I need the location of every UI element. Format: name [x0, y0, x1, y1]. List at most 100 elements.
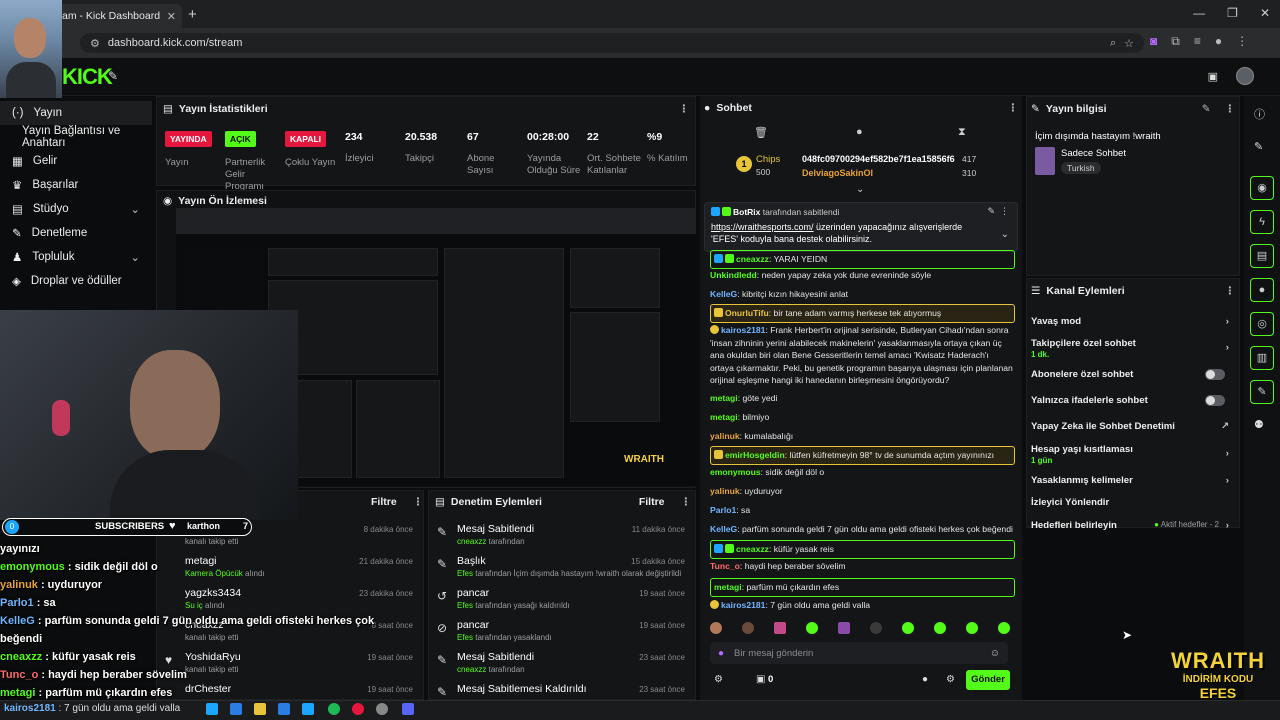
- kebab-menu-icon[interactable]: ⋮: [1008, 102, 1019, 114]
- emote-icon[interactable]: [902, 622, 914, 634]
- sidebar-item-droplar[interactable]: ◈ Droplar ve ödüller: [0, 269, 152, 293]
- raid-action[interactable]: İzleyici Yönlendir: [1031, 497, 1237, 508]
- extension-icon[interactable]: ◙: [1150, 34, 1157, 49]
- kebab-menu-icon[interactable]: ⋮: [1000, 206, 1009, 217]
- sidebar-item-yayin[interactable]: (·) Yayın: [0, 101, 152, 125]
- emote-icon[interactable]: [710, 622, 722, 634]
- puzzle-icon[interactable]: ⧉: [1171, 34, 1180, 49]
- chat-bubble-icon[interactable]: ●: [856, 126, 863, 138]
- chat-username[interactable]: KelleG: [710, 524, 737, 534]
- chat-username[interactable]: Parlo1: [710, 505, 736, 515]
- chat-username[interactable]: emonymous: [710, 467, 761, 477]
- mic-icon[interactable]: ●: [718, 648, 724, 659]
- kebab-menu-icon[interactable]: ⋮: [681, 496, 692, 508]
- emotes-only-toggle[interactable]: [1205, 395, 1225, 406]
- hourglass-icon[interactable]: ⧗: [958, 126, 966, 139]
- account-age-action[interactable]: Hesap yaşı kısıtlaması 1 gün ›: [1031, 444, 1237, 466]
- emoji-icon[interactable]: ☺: [990, 648, 1000, 659]
- send-button[interactable]: Gönder: [966, 670, 1010, 690]
- banned-words-action[interactable]: Yasaklanmış kelimeler ›: [1031, 475, 1237, 486]
- pen-icon[interactable]: ✎: [1254, 140, 1263, 153]
- subscribers-only-toggle[interactable]: [1205, 369, 1225, 380]
- kebab-menu-icon[interactable]: ⋮: [679, 103, 690, 115]
- bolt-icon[interactable]: ϟ: [1250, 210, 1274, 234]
- chat-username[interactable]: OnurluTifu: [725, 308, 769, 318]
- sidebar-item-topluluk[interactable]: ♟ Topluluk ⌄: [0, 245, 152, 269]
- wrench-icon[interactable]: ✎: [108, 69, 118, 83]
- new-tab-button[interactable]: +: [188, 6, 197, 23]
- chat-username[interactable]: Unkindledd: [710, 270, 757, 280]
- users-icon[interactable]: ⚉: [1254, 418, 1264, 431]
- kick-logo[interactable]: KICK: [62, 64, 113, 90]
- sidebar-item-gelir[interactable]: ▦ Gelir: [0, 149, 152, 173]
- slow-mode-action[interactable]: Yavaş mod ›: [1031, 316, 1237, 327]
- menu-dots-icon[interactable]: ⋮: [1236, 34, 1248, 49]
- sidebar-item-stream-key[interactable]: Yayın Bağlantısı ve Anahtarı: [0, 125, 152, 149]
- ai-moderation-action[interactable]: Yapay Zeka ile Sohbet Denetimi ↗: [1031, 421, 1237, 432]
- close-window-button[interactable]: ✕: [1260, 6, 1270, 20]
- filter-button[interactable]: Filtre: [371, 496, 397, 508]
- playlist-icon[interactable]: ≡: [1194, 34, 1201, 49]
- chevron-down-icon[interactable]: ⌄: [1001, 229, 1009, 240]
- taskbar-app-icon[interactable]: [230, 703, 242, 715]
- spotify-icon[interactable]: [328, 703, 340, 715]
- goals-action[interactable]: Hedefleri belirleyin ● Aktif hedefler - 2…: [1031, 520, 1237, 531]
- emote-icon[interactable]: [870, 622, 882, 634]
- mail-icon[interactable]: [278, 703, 290, 715]
- category-name[interactable]: Sadece Sohbet: [1061, 148, 1126, 159]
- broadcast-icon[interactable]: ◎: [1250, 312, 1274, 336]
- chat-username[interactable]: emirHosgeldin: [725, 450, 785, 460]
- chat-bubble-icon[interactable]: ●: [922, 674, 928, 685]
- mod-actor[interactable]: cneaxzz: [457, 665, 486, 674]
- chat-username[interactable]: yalinuk: [710, 486, 740, 496]
- emote-icon[interactable]: [934, 622, 946, 634]
- emote-icon[interactable]: [838, 622, 850, 634]
- kebab-menu-icon[interactable]: ⋮: [413, 496, 424, 508]
- chat-rail-icon[interactable]: ●: [1250, 278, 1274, 302]
- collapse-icon[interactable]: ⌄: [856, 184, 864, 195]
- gift-icon[interactable]: ▣: [756, 674, 765, 685]
- chat-username[interactable]: Tunc_o: [710, 561, 740, 571]
- wrench-rail-icon[interactable]: ✎: [1250, 380, 1274, 404]
- mod-actor[interactable]: cneaxzz: [457, 537, 486, 546]
- chat-username[interactable]: cneaxzz: [736, 254, 769, 264]
- chrome-icon[interactable]: [352, 703, 364, 715]
- bookmark-star-icon[interactable]: ☆: [1124, 37, 1134, 50]
- maximize-button[interactable]: ❐: [1227, 6, 1238, 20]
- store-icon[interactable]: [302, 703, 314, 715]
- chat-input[interactable]: ● Bir mesaj gönderin ☺: [710, 642, 1008, 664]
- avatar[interactable]: [1236, 67, 1254, 85]
- mod-actor[interactable]: Efes: [457, 569, 473, 578]
- camera-icon[interactable]: ◉: [1250, 176, 1274, 200]
- trash-icon[interactable]: 🗑: [754, 126, 768, 139]
- chat-username[interactable]: cneaxzz: [736, 544, 769, 554]
- close-tab-icon[interactable]: ✕: [167, 10, 176, 23]
- obs-icon[interactable]: [376, 703, 388, 715]
- kick-app-icon[interactable]: ▣: [1208, 70, 1218, 83]
- list-rail-icon[interactable]: ▥: [1250, 346, 1274, 370]
- chat-settings-icon[interactable]: ⚙: [714, 674, 723, 685]
- sidebar-item-studyo[interactable]: ▤ Stüdyo ⌄: [0, 197, 152, 221]
- pin-icon[interactable]: ✎: [987, 206, 995, 217]
- kebab-menu-icon[interactable]: ⋮: [1225, 103, 1236, 115]
- chat-username[interactable]: metagi: [714, 582, 742, 592]
- emote-icon[interactable]: [998, 622, 1010, 634]
- site-info-icon[interactable]: ⚙: [90, 37, 100, 50]
- emote-icon[interactable]: [742, 622, 754, 634]
- chat-username[interactable]: metagi: [710, 393, 738, 403]
- emote-icon[interactable]: [966, 622, 978, 634]
- language-tag[interactable]: Turkish: [1061, 162, 1101, 174]
- followers-only-action[interactable]: Takipçilere özel sohbet 1 dk. ›: [1031, 338, 1237, 360]
- chat-username[interactable]: kairos2181: [721, 600, 765, 610]
- discord-icon[interactable]: [402, 703, 414, 715]
- emote-icon[interactable]: [806, 622, 818, 634]
- info-icon[interactable]: ⓘ: [1254, 106, 1265, 122]
- profile-icon[interactable]: ●: [1215, 34, 1222, 49]
- sidebar-item-basarilar[interactable]: ♛ Başarılar: [0, 173, 152, 197]
- edit-icon[interactable]: ✎: [1202, 103, 1211, 115]
- chat-username[interactable]: metagi: [710, 412, 738, 422]
- chat-username[interactable]: KelleG: [710, 289, 737, 299]
- filter-button[interactable]: Filtre: [639, 496, 665, 508]
- pinned-author[interactable]: BotRix: [733, 207, 760, 217]
- browser-tab[interactable]: am - Kick Dashboard ✕: [56, 4, 182, 28]
